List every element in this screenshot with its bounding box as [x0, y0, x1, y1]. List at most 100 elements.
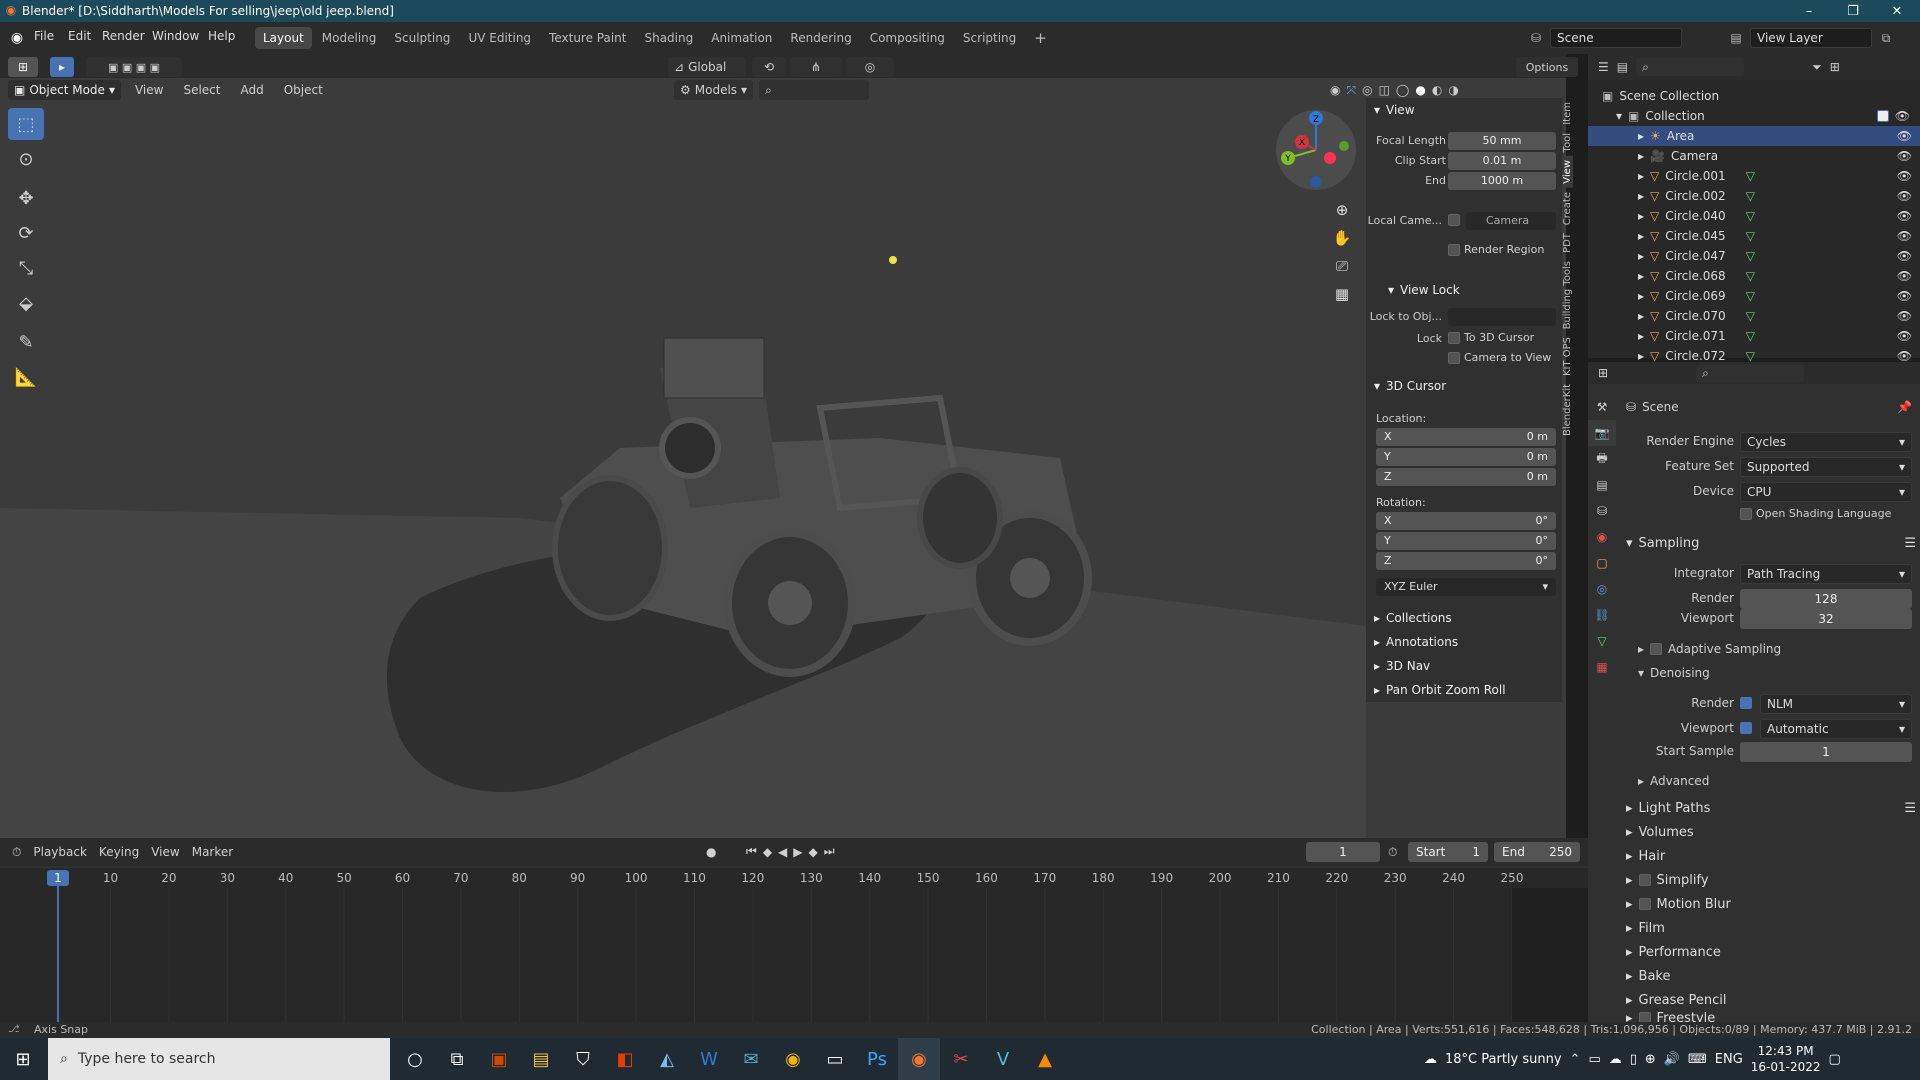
keyboard-icon[interactable]: ⌨ [1688, 1052, 1707, 1067]
view-layer-icon[interactable]: ▤ [1726, 28, 1746, 48]
keying-menu[interactable]: Keying [99, 845, 139, 859]
eye-icon[interactable]: 👁 [1897, 269, 1912, 283]
transform-orientation[interactable]: ⊿ Global [668, 57, 746, 77]
physics-properties-icon[interactable]: ◎ [1588, 576, 1616, 602]
local-camera-field[interactable]: Camera [1466, 212, 1556, 230]
rotation-x-field[interactable]: X 0° [1376, 512, 1556, 530]
eye-icon[interactable]: 👁 [1897, 149, 1912, 163]
maximize-button[interactable]: ❐ [1830, 0, 1876, 22]
blender-menu-icon[interactable]: ◉ [8, 29, 26, 47]
outliner-item-mesh[interactable]: ▸ ▽ Circle.040 ▽ 👁 [1588, 206, 1920, 226]
transform-icon[interactable]: ⬙ [8, 287, 44, 319]
solid-shading-icon[interactable]: ● [1415, 83, 1425, 97]
presets-list-icon[interactable]: ☰ [1904, 801, 1916, 816]
proportional-edit-icon[interactable]: ◎ [846, 57, 894, 77]
tab-texture-paint[interactable]: Texture Paint [541, 27, 634, 49]
view-layer-selector[interactable]: View Layer [1750, 28, 1872, 48]
app-icon[interactable]: ▭ [814, 1038, 856, 1080]
lock-to-object-field[interactable] [1448, 308, 1556, 326]
app-icon[interactable]: V [982, 1038, 1024, 1080]
outliner-editor-icon[interactable]: ☰ [1598, 60, 1609, 74]
app-icon[interactable]: ✂ [940, 1038, 982, 1080]
viewport-menu-object[interactable]: Object [278, 83, 329, 97]
editor-type-icon[interactable]: ⊞ [8, 57, 38, 77]
app-icon[interactable]: ◭ [646, 1038, 688, 1080]
view-panel-header[interactable]: ▾ View [1366, 98, 1562, 122]
3d-cursor-header[interactable]: ▾ 3D Cursor [1366, 374, 1562, 398]
rotation-mode-dropdown[interactable]: XYZ Euler ▾ [1376, 578, 1556, 596]
adaptive-sampling-header[interactable]: ▸ Adaptive Sampling [1638, 642, 1781, 656]
tab-item[interactable]: Item [1562, 98, 1573, 129]
motion-blur-section[interactable]: ▸ Motion Blur [1626, 892, 1916, 916]
camera-to-view-checkbox[interactable] [1448, 352, 1460, 364]
eye-icon[interactable]: 👁 [1897, 329, 1912, 343]
grease-pencil-section[interactable]: ▸ Grease Pencil [1626, 988, 1916, 1012]
outliner-item-mesh[interactable]: ▸ ▽ Circle.002 ▽ 👁 [1588, 186, 1920, 206]
osl-checkbox[interactable] [1740, 508, 1752, 520]
pan-hand-icon[interactable]: ✋ [1330, 224, 1354, 252]
weather-text[interactable]: 18°C Partly sunny [1445, 1052, 1562, 1067]
overlay-icon[interactable]: ◎ [1362, 83, 1372, 97]
volume-icon[interactable]: 🔊 [1664, 1052, 1680, 1067]
camera-view-icon[interactable]: ⎚ [1330, 252, 1354, 280]
timeline-track-area[interactable]: 1102030405060708090100110120130140150160… [0, 868, 1588, 1022]
eye-icon[interactable]: 👁 [1897, 309, 1912, 323]
cursor-icon[interactable]: ⊙ [8, 143, 44, 175]
tab-kit-ops[interactable]: KIT OPS [1562, 333, 1573, 380]
constraints-properties-icon[interactable]: ⛓ [1588, 602, 1616, 628]
scale-icon[interactable]: ⤡ [8, 252, 44, 284]
playback-menu[interactable]: Playback [33, 845, 87, 859]
office-icon[interactable]: ◧ [604, 1038, 646, 1080]
viewport-menu-view[interactable]: View [129, 83, 169, 97]
tool-settings-icon[interactable]: ⚒ [1588, 394, 1616, 420]
tab-layout[interactable]: Layout [255, 27, 312, 49]
outliner-item-mesh[interactable]: ▸ ▽ Circle.069 ▽ 👁 [1588, 286, 1920, 306]
tab-rendering[interactable]: Rendering [782, 27, 859, 49]
collection-checkbox[interactable] [1876, 110, 1889, 122]
outliner-item-camera[interactable]: ▸ 🎥 Camera 👁 [1588, 146, 1920, 166]
material-shading-icon[interactable]: ◐ [1432, 83, 1442, 97]
menu-render[interactable]: Render [102, 29, 145, 43]
mail-icon[interactable]: ✉ [730, 1038, 772, 1080]
viewport-samples-field[interactable]: 32 [1740, 609, 1912, 629]
auto-keying-icon[interactable]: ● [706, 845, 716, 859]
tab-scripting[interactable]: Scripting [955, 27, 1024, 49]
weather-icon[interactable]: ☁ [1424, 1052, 1437, 1067]
outliner-item-mesh[interactable]: ▸ ▽ Circle.070 ▽ 👁 [1588, 306, 1920, 326]
film-section[interactable]: ▸ Film [1626, 916, 1916, 940]
task-view-icon[interactable]: ⧉ [436, 1038, 478, 1080]
new-view-layer-icon[interactable]: ⧉ [1876, 28, 1896, 48]
eye-icon[interactable]: 👁 [1895, 109, 1910, 123]
menu-help[interactable]: Help [208, 29, 235, 43]
perspective-grid-icon[interactable]: ▦ [1330, 280, 1354, 308]
tab-pdt[interactable]: PDT [1562, 229, 1573, 257]
denoise-render-checkbox[interactable] [1740, 697, 1752, 709]
tab-shading[interactable]: Shading [636, 27, 701, 49]
output-properties-icon[interactable]: 🖶 [1588, 446, 1616, 472]
annotations-panel-header[interactable]: ▸ Annotations [1366, 630, 1562, 654]
clip-end-field[interactable]: 1000 m [1448, 172, 1556, 190]
sampling-section-header[interactable]: ▾ Sampling ☰ [1626, 536, 1916, 551]
play-reverse-icon[interactable]: ◀ [778, 845, 787, 859]
scene-selector[interactable]: Scene [1550, 28, 1682, 48]
tab-compositing[interactable]: Compositing [862, 27, 953, 49]
eye-icon[interactable]: 👁 [1897, 189, 1912, 203]
filter-icon[interactable]: ⏷ [1812, 60, 1822, 75]
xray-icon[interactable]: ◫ [1379, 83, 1390, 97]
tray-icon[interactable]: ▭ [1588, 1052, 1600, 1067]
pivot-icon[interactable]: ⟲ [752, 57, 786, 77]
outliner-item-mesh[interactable]: ▸ ▽ Circle.045 ▽ 👁 [1588, 226, 1920, 246]
tab-animation[interactable]: Animation [703, 27, 780, 49]
denoise-viewport-checkbox[interactable] [1740, 722, 1752, 734]
clip-start-field[interactable]: 0.01 m [1448, 152, 1556, 170]
location-y-field[interactable]: Y 0 m [1376, 448, 1556, 466]
viewport-menu-select[interactable]: Select [177, 83, 226, 97]
outliner-item-mesh[interactable]: ▸ ▽ Circle.071 ▽ 👁 [1588, 326, 1920, 346]
integrator-dropdown[interactable]: Path Tracing ▾ [1740, 564, 1912, 584]
tab-blenderkit[interactable]: BlenderKit [1562, 380, 1573, 440]
notifications-icon[interactable]: ▢ [1829, 1052, 1841, 1067]
start-sample-field[interactable]: 1 [1740, 742, 1912, 762]
object-mode-dropdown[interactable]: ▣ Object Mode ▾ [8, 80, 121, 100]
focal-length-field[interactable]: 50 mm [1448, 132, 1556, 150]
select-box-icon[interactable]: ⬚ [8, 108, 44, 140]
